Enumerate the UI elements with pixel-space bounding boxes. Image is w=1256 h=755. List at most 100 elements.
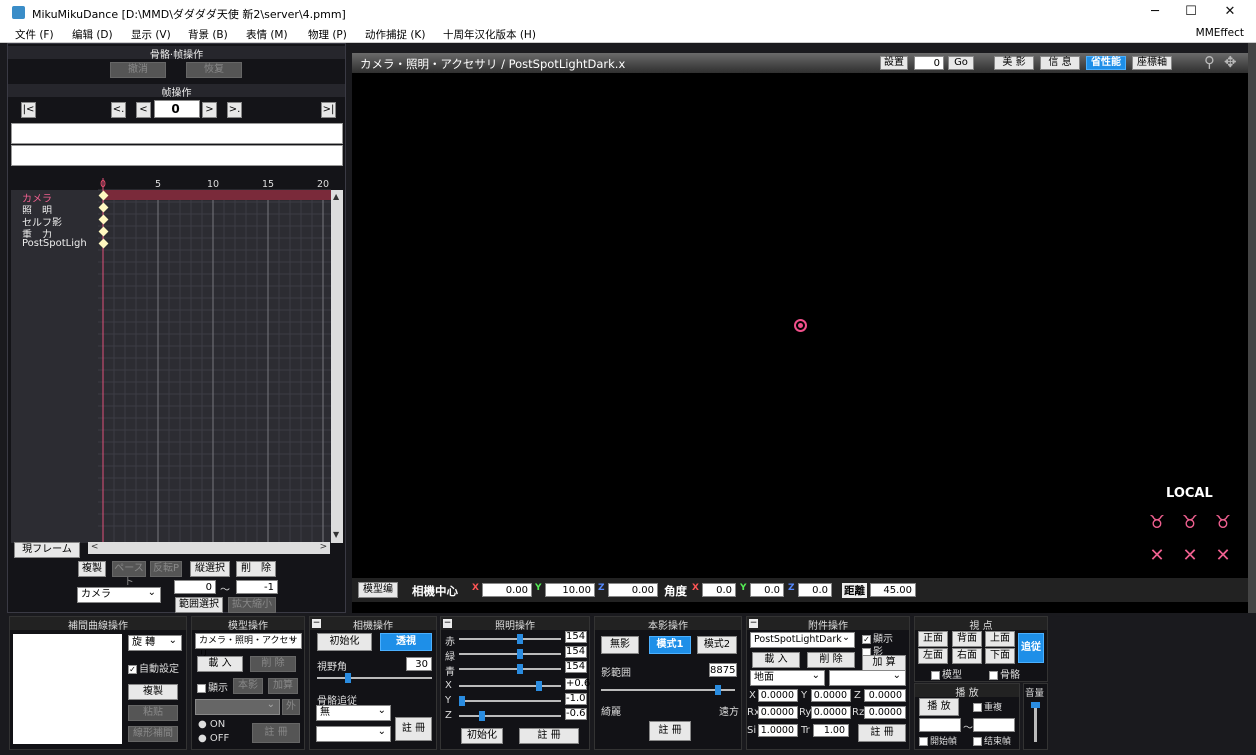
- model-edit-button[interactable]: 模型编: [358, 582, 398, 598]
- light-x-slider[interactable]: [459, 681, 561, 691]
- shadow-mode1-button[interactable]: 模式1: [649, 636, 691, 654]
- linear-interp-button[interactable]: 線形補間: [128, 726, 178, 742]
- perspective-button[interactable]: 透視: [380, 633, 432, 651]
- shadow-range-input[interactable]: 8875: [709, 663, 737, 677]
- track-self-shadow[interactable]: セルフ影: [11, 214, 97, 226]
- light-r-input[interactable]: 154: [565, 631, 587, 643]
- range-select-button[interactable]: 範囲選択: [175, 597, 223, 613]
- coord-axis-button[interactable]: 座標軸: [1132, 56, 1172, 70]
- morph-name-field[interactable]: [11, 145, 343, 166]
- view-top-button[interactable]: 上面: [985, 631, 1015, 647]
- model-shadow-button[interactable]: 本影: [233, 678, 263, 694]
- model-dropdown[interactable]: カメラ・照明・アクセサリ: [195, 632, 302, 660]
- vertical-select-button[interactable]: 縦選択: [190, 561, 230, 577]
- view-front-button[interactable]: 正面: [918, 631, 948, 647]
- copy-frame-button[interactable]: 複製: [78, 561, 106, 577]
- accessory-register-button[interactable]: 註 冊: [858, 724, 906, 742]
- rotate-y-icon[interactable]: ♉: [1178, 513, 1202, 533]
- expand-shrink-button[interactable]: 拡大縮小: [228, 597, 276, 613]
- light-collapse-button[interactable]: −: [443, 619, 452, 628]
- camera-center-marker[interactable]: [794, 319, 807, 332]
- shadow-register-button[interactable]: 註 冊: [649, 721, 691, 741]
- acc-rz-input[interactable]: 0.0000: [864, 706, 906, 719]
- menu-expression[interactable]: 表情 (M): [246, 27, 288, 42]
- center-y-input[interactable]: 10.00: [545, 583, 595, 597]
- model-register-button[interactable]: 註 冊: [252, 723, 300, 743]
- track-accessory[interactable]: PostSpotLigh: [11, 238, 97, 250]
- reverse-paste-button[interactable]: 反転P: [150, 561, 182, 577]
- menu-file[interactable]: 文件 (F): [15, 27, 54, 42]
- model-display-checkbox[interactable]: 顯示: [197, 679, 228, 694]
- bone-name-field[interactable]: [11, 123, 343, 144]
- minimize-button[interactable]: ─: [1137, 2, 1173, 22]
- light-g-input[interactable]: 154: [565, 646, 587, 658]
- light-b-slider[interactable]: [459, 664, 561, 674]
- next-key-button[interactable]: >.: [227, 102, 242, 118]
- prev-frame-button[interactable]: <: [136, 102, 151, 118]
- play-end-input[interactable]: [973, 718, 1015, 732]
- acc-rx-input[interactable]: 0.0000: [758, 706, 798, 719]
- off-radio[interactable]: ● OFF: [198, 733, 229, 744]
- acc-z-input[interactable]: 0.0000: [864, 689, 906, 702]
- center-x-input[interactable]: 0.00: [482, 583, 532, 597]
- move-icon[interactable]: ✥: [1224, 53, 1237, 71]
- shadow-mode2-button[interactable]: 模式2: [697, 636, 737, 654]
- zoom-icon[interactable]: ⚲: [1204, 53, 1215, 71]
- delete-frame-button[interactable]: 削 除: [236, 561, 276, 577]
- model-out-button[interactable]: 外: [282, 699, 300, 715]
- settings-value-input[interactable]: 0: [914, 56, 944, 70]
- model-load-button[interactable]: 載 入: [197, 656, 243, 672]
- settings-button[interactable]: 設置: [880, 56, 908, 70]
- next-frame-button[interactable]: >: [202, 102, 217, 118]
- volume-slider[interactable]: [1031, 702, 1040, 742]
- model-select-dropdown[interactable]: カメラ: [77, 586, 161, 603]
- light-z-slider[interactable]: [459, 711, 561, 721]
- accessory-collapse-button[interactable]: −: [749, 619, 758, 628]
- move-y-icon[interactable]: ✕: [1178, 546, 1202, 566]
- model-add-button[interactable]: 加算: [268, 678, 298, 694]
- last-frame-button[interactable]: >|: [321, 102, 336, 118]
- beauty-shadow-button[interactable]: 美 影: [994, 56, 1034, 70]
- view-bone-checkbox[interactable]: 骨骼: [989, 666, 1020, 681]
- menu-edit[interactable]: 编辑 (D): [72, 27, 113, 42]
- range-from-input[interactable]: 0: [174, 580, 216, 594]
- menu-mmeffect[interactable]: MMEffect: [1196, 27, 1244, 39]
- camera-init-button[interactable]: 初始化: [317, 633, 372, 651]
- accessory-load-button[interactable]: 載 入: [752, 652, 800, 668]
- performance-button[interactable]: 省性能: [1086, 56, 1126, 70]
- accessory-delete-button[interactable]: 削 除: [807, 652, 855, 668]
- scroll-up-arrow[interactable]: ▲: [333, 192, 339, 201]
- distance-input[interactable]: 45.00: [870, 583, 916, 597]
- view-bottom-button[interactable]: 下面: [985, 648, 1015, 664]
- angle-z-input[interactable]: 0.0: [798, 583, 832, 597]
- maximize-button[interactable]: ☐: [1173, 2, 1209, 22]
- menu-anniversary[interactable]: 十周年汉化版本 (H): [443, 27, 536, 42]
- prev-key-button[interactable]: <.: [111, 102, 126, 118]
- fov-slider[interactable]: [317, 673, 432, 683]
- end-frame-checkbox[interactable]: 结束幀: [973, 734, 1011, 747]
- no-shadow-button[interactable]: 無影: [601, 636, 639, 654]
- angle-x-input[interactable]: 0.0: [702, 583, 736, 597]
- shadow-range-slider[interactable]: [601, 685, 735, 695]
- view-model-checkbox[interactable]: 模型: [931, 666, 962, 681]
- model-outside-dropdown[interactable]: [195, 698, 280, 715]
- timeline[interactable]: 0 5 10 15 20 カメラ 照 明 セルフ影 重 力 PostSpotLi…: [11, 178, 343, 543]
- light-y-slider[interactable]: [459, 696, 561, 706]
- track-camera[interactable]: カメラ: [11, 190, 97, 202]
- accessory-dropdown[interactable]: PostSpotLightDark: [750, 631, 855, 648]
- view-back-button[interactable]: 背面: [952, 631, 982, 647]
- accessory-parent-dropdown[interactable]: 地面: [750, 669, 825, 686]
- info-button[interactable]: 信 息: [1040, 56, 1080, 70]
- frame-number-input[interactable]: 0: [154, 100, 200, 118]
- acc-si-input[interactable]: 1.0000: [758, 724, 798, 737]
- acc-ry-input[interactable]: 0.0000: [811, 706, 851, 719]
- auto-setting-checkbox[interactable]: ✓ 自動設定: [128, 660, 179, 675]
- menu-background[interactable]: 背景 (B): [188, 27, 228, 42]
- view-right-button[interactable]: 右面: [952, 648, 982, 664]
- redo-button[interactable]: 恢复: [186, 62, 242, 78]
- camera-register-button[interactable]: 註 冊: [395, 717, 432, 741]
- go-button[interactable]: Go: [948, 56, 974, 70]
- rotate-z-icon[interactable]: ♉: [1211, 513, 1235, 533]
- light-y-input[interactable]: -1.0: [565, 693, 587, 705]
- fov-input[interactable]: 30: [406, 657, 432, 671]
